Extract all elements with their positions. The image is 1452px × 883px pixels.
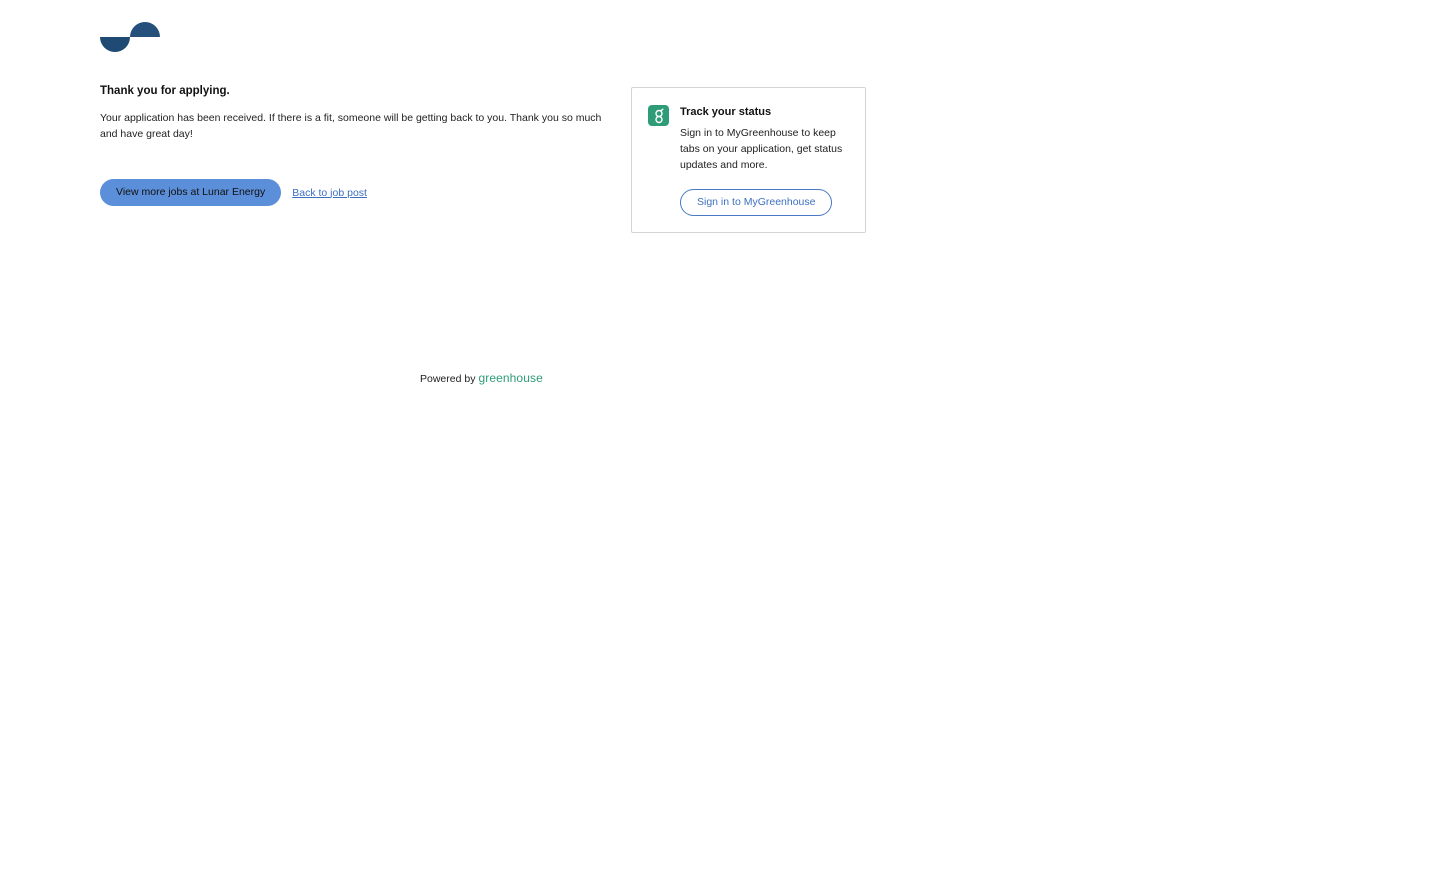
confirmation-section: Thank you for applying. Your application… xyxy=(100,84,610,142)
greenhouse-wordmark-link[interactable]: greenhouse xyxy=(478,371,542,385)
back-to-job-post-link[interactable]: Back to job post xyxy=(292,187,367,199)
confirmation-actions: View more jobs at Lunar Energy Back to j… xyxy=(100,179,367,206)
track-status-text: Sign in to MyGreenhouse to keep tabs on … xyxy=(680,127,843,171)
track-status-card: Track your status Sign in to MyGreenhous… xyxy=(631,87,866,233)
confirmation-headline: Thank you for applying. xyxy=(100,85,230,97)
powered-by-label: Powered by xyxy=(420,373,476,385)
sign-in-mygreenhouse-button[interactable]: Sign in to MyGreenhouse xyxy=(680,189,833,216)
lunar-energy-logo-icon[interactable] xyxy=(100,22,160,52)
footer: Powered by greenhouse xyxy=(420,371,543,385)
view-more-jobs-button[interactable]: View more jobs at Lunar Energy xyxy=(100,179,282,206)
page: Thank you for applying. Your application… xyxy=(0,0,1452,883)
confirmation-message: Your application has been received. If t… xyxy=(100,112,602,140)
greenhouse-g-icon xyxy=(648,105,669,126)
track-status-body: Track your status Sign in to MyGreenhous… xyxy=(680,105,852,173)
track-status-title: Track your status xyxy=(680,106,772,118)
